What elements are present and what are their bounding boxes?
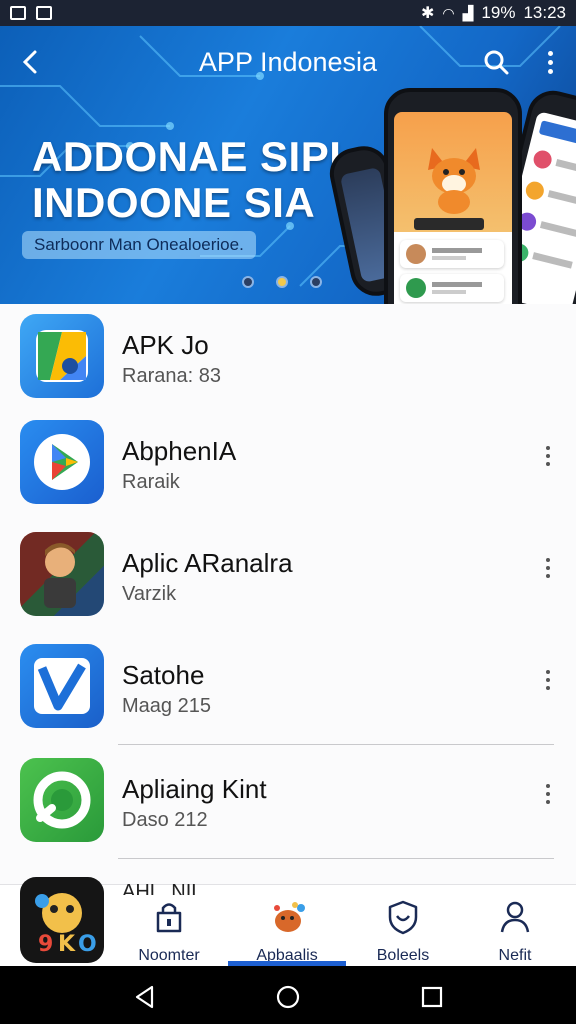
app-name: APK Jo (122, 330, 209, 360)
svg-text:K: K (58, 932, 76, 957)
home-circle-icon[interactable] (275, 984, 301, 1010)
list-item[interactable]: Apliaing Kint Daso 212 (0, 748, 576, 860)
app-meta: Raraik (122, 471, 180, 493)
carousel-dot-2[interactable] (276, 276, 288, 288)
search-icon[interactable] (480, 46, 512, 78)
green-ring-icon (20, 758, 104, 842)
app-meta: Varzik (122, 583, 177, 605)
app-bar: APP Indonesia (0, 42, 576, 82)
banner-subtitle: Sarboonr Man Onealoerioe. (22, 231, 256, 259)
banner-headline: ADDONAE SIPI INDOONE SIA (32, 134, 341, 226)
character-avatar-icon (20, 532, 104, 616)
clock: 13:23 (523, 3, 566, 22)
hero-banner[interactable]: APP Indonesia ADDONAE SIPI INDOONE SIA S… (0, 26, 576, 304)
carousel-dot-1[interactable] (242, 276, 254, 288)
app-name: Aplic ARanalra (122, 548, 293, 578)
list-item[interactable]: AbphenIA Raraik (0, 410, 576, 522)
list-item[interactable]: APK Jo Rarana: 83 (0, 304, 576, 416)
list-divider (118, 744, 554, 745)
battery-level: 19% (481, 3, 516, 22)
play-triangle-icon (20, 420, 104, 504)
svg-text:O: O (78, 932, 97, 957)
status-bar: ✱ ◠ ▟ 19% 13:23 (0, 0, 576, 26)
app-name: AbphenIA (122, 436, 237, 466)
nav-label: Boleels (376, 947, 430, 964)
app-list: APK Jo Rarana: 83 AbphenIA Raraik Aplic … (0, 304, 576, 884)
app-name: Satohe (122, 660, 205, 690)
maps-style-icon (20, 314, 104, 398)
nav-item-apbaalis[interactable]: Apbaalis (232, 895, 342, 965)
app-options-icon[interactable] (536, 778, 560, 810)
shield-face-icon (388, 900, 418, 935)
person-icon (500, 901, 530, 933)
app-options-icon[interactable] (536, 664, 560, 696)
lock-bag-icon (156, 903, 182, 933)
phone-illustration-main (384, 88, 522, 304)
app-options-icon[interactable] (536, 552, 560, 584)
list-item[interactable]: Satohe Maag 215 (0, 634, 576, 746)
app-meta: Rarana: 83 (122, 365, 221, 387)
nav-item-boleels[interactable]: Boleels (348, 895, 458, 965)
nav-label: Noomter (138, 947, 200, 964)
mascot-icon (274, 902, 305, 932)
settings-gear-icon: ✱ (421, 5, 435, 22)
bottom-navigation: 9 K O AHL .NIL Noomter Apbaalis Boleels (0, 877, 576, 966)
save-notification-icon (36, 6, 52, 20)
nav-label: Nefit (498, 947, 532, 964)
app-options-icon[interactable] (536, 440, 560, 472)
headline-line-1: ADDONAE SIPI (32, 133, 342, 180)
fox-mascot-icon (428, 148, 480, 214)
signal-icon: ▟ (462, 4, 474, 21)
peek-app-name: AHL .NIL (122, 881, 203, 895)
app-meta: Maag 215 (122, 695, 211, 717)
nav-item-nefit[interactable]: Nefit (460, 895, 570, 965)
back-triangle-icon[interactable] (132, 984, 158, 1010)
headline-line-2: INDOONE SIA (32, 179, 316, 226)
recents-square-icon[interactable] (419, 984, 445, 1010)
peek-app-icon[interactable]: 9 K O (20, 877, 104, 963)
gallery-notification-icon (10, 6, 26, 20)
app-name: Apliaing Kint (122, 774, 267, 804)
nav-item-noomter[interactable]: Noomter (114, 895, 224, 965)
system-navigation-bar (0, 966, 576, 1024)
wifi-icon: ◠ (442, 4, 455, 21)
list-item[interactable]: Aplic ARanalra Varzik (0, 522, 576, 634)
carousel-indicator[interactable] (242, 276, 322, 288)
list-divider (118, 858, 554, 859)
overflow-menu-icon[interactable] (538, 46, 562, 78)
svg-text:9: 9 (38, 932, 53, 957)
checkmark-v-icon (20, 644, 104, 728)
app-meta: Daso 212 (122, 809, 208, 831)
carousel-dot-3[interactable] (310, 276, 322, 288)
